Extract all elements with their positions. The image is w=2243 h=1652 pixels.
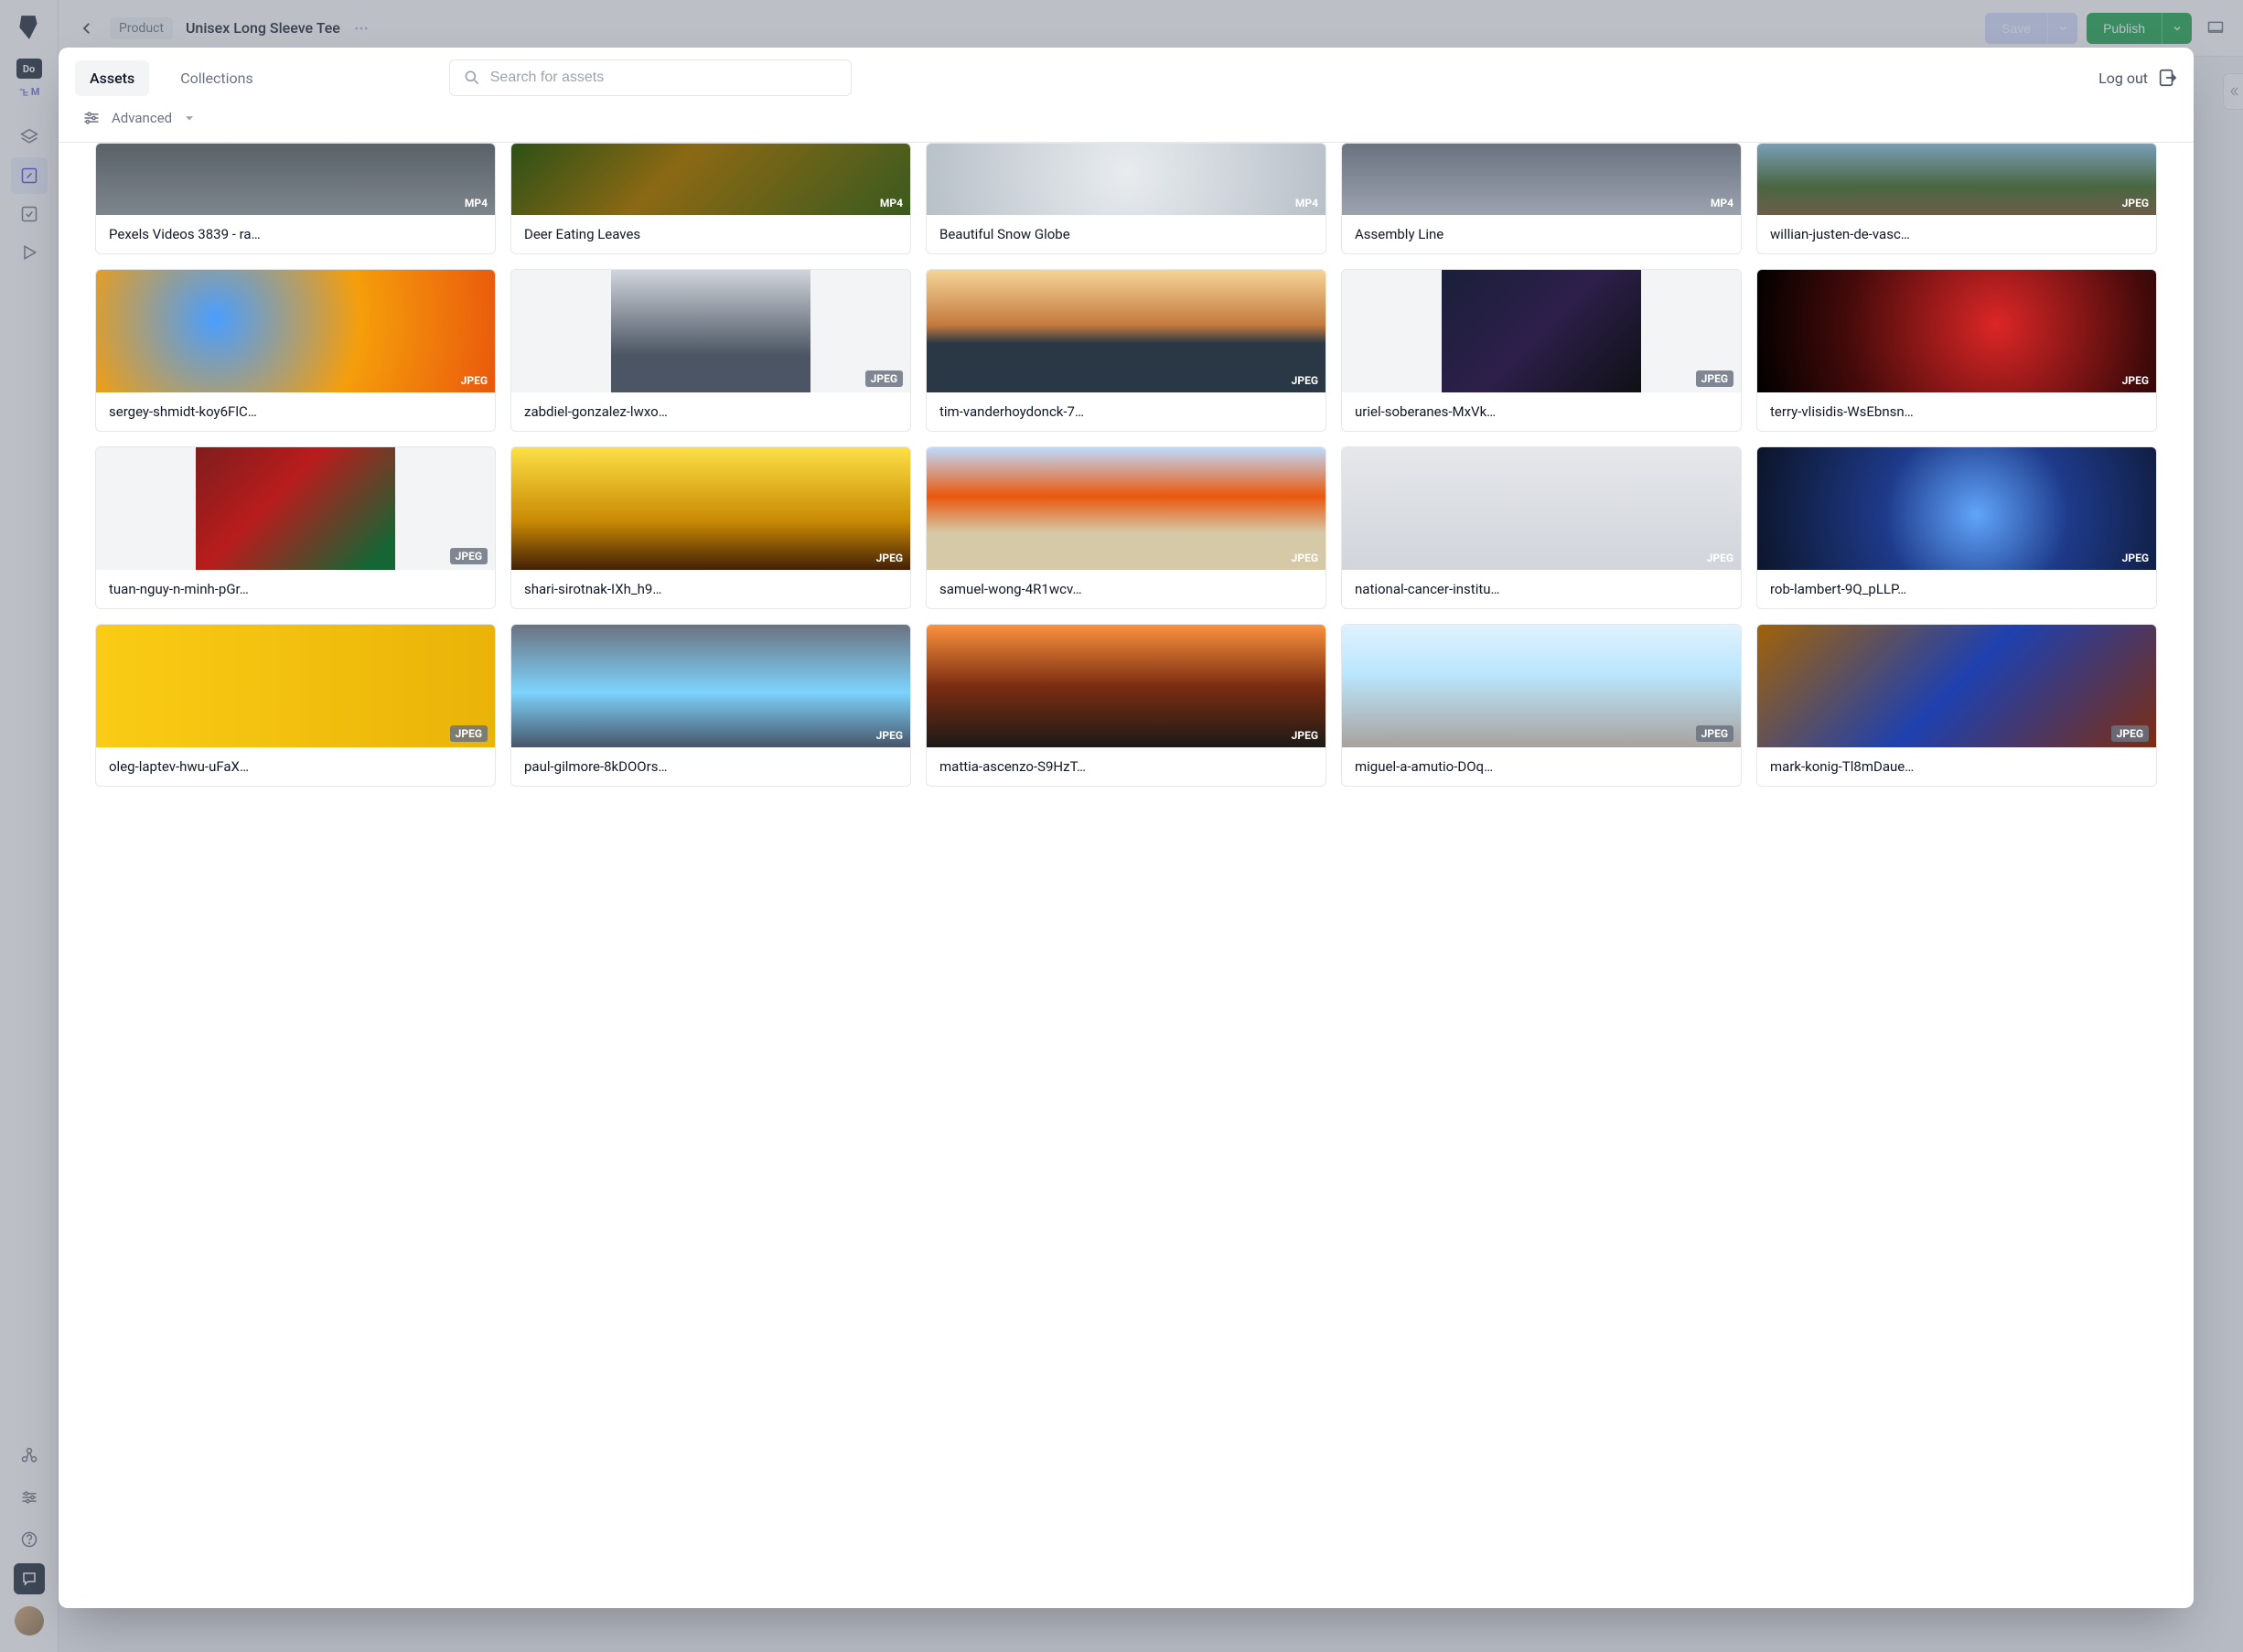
- filetype-badge: JPEG: [876, 552, 903, 564]
- filetype-badge: JPEG: [1707, 552, 1733, 564]
- asset-thumbnail: JPEG: [1342, 270, 1741, 392]
- asset-title: zabdiel-gonzalez-lwxo…: [511, 392, 910, 431]
- asset-title: national-cancer-institu…: [1342, 570, 1741, 608]
- logout-icon: [2157, 68, 2177, 88]
- asset-title: shari-sirotnak-IXh_h9…: [511, 570, 910, 608]
- asset-title: tuan-nguy-n-minh-pGr…: [96, 570, 495, 608]
- tune-icon[interactable]: [82, 109, 101, 127]
- modal-subheader: Advanced: [59, 96, 2194, 143]
- logout-label: Log out: [2098, 70, 2148, 87]
- modal-header: Assets Collections Log out: [59, 48, 2194, 96]
- filetype-badge: JPEG: [2122, 374, 2149, 387]
- asset-browser-modal: Assets Collections Log out Advanced MP4 P…: [59, 48, 2194, 1608]
- asset-card[interactable]: JPEG willian-justen-de-vasc…: [1756, 143, 2157, 254]
- asset-card[interactable]: JPEG tim-vanderhoydonck-7…: [926, 269, 1326, 432]
- asset-card[interactable]: JPEG samuel-wong-4R1wcv…: [926, 446, 1326, 609]
- asset-card[interactable]: JPEG national-cancer-institu…: [1341, 446, 1742, 609]
- asset-title: samuel-wong-4R1wcv…: [927, 570, 1325, 608]
- asset-thumbnail: JPEG: [511, 625, 910, 747]
- asset-thumbnail: JPEG: [927, 270, 1325, 392]
- asset-thumbnail: MP4: [927, 144, 1325, 215]
- asset-card[interactable]: JPEG rob-lambert-9Q_pLLP…: [1756, 446, 2157, 609]
- asset-card[interactable]: MP4 Deer Eating Leaves: [510, 143, 911, 254]
- advanced-label[interactable]: Advanced: [112, 110, 172, 126]
- asset-thumbnail: MP4: [511, 144, 910, 215]
- filetype-badge: JPEG: [2122, 552, 2149, 564]
- asset-title: Assembly Line: [1342, 215, 1741, 253]
- asset-card[interactable]: MP4 Assembly Line: [1341, 143, 1742, 254]
- asset-thumbnail: JPEG: [1342, 625, 1741, 747]
- filetype-badge: JPEG: [876, 729, 903, 742]
- asset-title: tim-vanderhoydonck-7…: [927, 392, 1325, 431]
- asset-thumbnail: JPEG: [1757, 270, 2156, 392]
- search-input[interactable]: [490, 70, 838, 86]
- filetype-badge: MP4: [1711, 197, 1733, 209]
- asset-card[interactable]: JPEG mattia-ascenzo-S9HzT…: [926, 624, 1326, 787]
- asset-card[interactable]: JPEG terry-vlisidis-WsEbnsn…: [1756, 269, 2157, 432]
- asset-title: Beautiful Snow Globe: [927, 215, 1325, 253]
- asset-title: miguel-a-amutio-DOq…: [1342, 747, 1741, 786]
- asset-grid-scroll[interactable]: MP4 Pexels Videos 3839 - ra… MP4 Deer Eatin…: [59, 143, 2194, 1608]
- asset-title: oleg-laptev-hwu-uFaX…: [96, 747, 495, 786]
- filetype-badge: JPEG: [1696, 725, 1733, 742]
- asset-thumbnail: JPEG: [927, 447, 1325, 570]
- tab-assets[interactable]: Assets: [75, 60, 149, 96]
- filetype-badge: MP4: [880, 197, 903, 209]
- search-icon: [463, 69, 481, 87]
- filetype-badge: JPEG: [450, 548, 488, 564]
- logout-button[interactable]: Log out: [2098, 68, 2177, 88]
- asset-card[interactable]: JPEG uriel-soberanes-MxVk…: [1341, 269, 1742, 432]
- filetype-badge: MP4: [1295, 197, 1318, 209]
- asset-thumbnail: JPEG: [1757, 625, 2156, 747]
- asset-card[interactable]: JPEG miguel-a-amutio-DOq…: [1341, 624, 1742, 787]
- asset-title: rob-lambert-9Q_pLLP…: [1757, 570, 2156, 608]
- filetype-badge: JPEG: [865, 370, 903, 387]
- asset-card[interactable]: JPEG mark-konig-Tl8mDaue…: [1756, 624, 2157, 787]
- asset-card[interactable]: JPEG zabdiel-gonzalez-lwxo…: [510, 269, 911, 432]
- asset-thumbnail: JPEG: [927, 625, 1325, 747]
- filetype-badge: JPEG: [450, 725, 488, 742]
- filetype-badge: JPEG: [1292, 552, 1318, 564]
- asset-card[interactable]: MP4 Pexels Videos 3839 - ra…: [95, 143, 496, 254]
- asset-title: mattia-ascenzo-S9HzT…: [927, 747, 1325, 786]
- filetype-badge: JPEG: [1696, 370, 1733, 387]
- asset-thumbnail: JPEG: [96, 447, 495, 570]
- filetype-badge: JPEG: [2111, 725, 2149, 742]
- asset-thumbnail: MP4: [1342, 144, 1741, 215]
- asset-thumbnail: JPEG: [1757, 144, 2156, 215]
- asset-title: Deer Eating Leaves: [511, 215, 910, 253]
- asset-title: sergey-shmidt-koy6FlC…: [96, 392, 495, 431]
- asset-thumbnail: JPEG: [511, 447, 910, 570]
- asset-thumbnail: JPEG: [1757, 447, 2156, 570]
- chevron-down-icon[interactable]: [183, 112, 196, 124]
- asset-thumbnail: MP4: [96, 144, 495, 215]
- asset-card[interactable]: MP4 Beautiful Snow Globe: [926, 143, 1326, 254]
- asset-thumbnail: JPEG: [511, 270, 910, 392]
- asset-thumbnail: JPEG: [1342, 447, 1741, 570]
- filetype-badge: JPEG: [1292, 374, 1318, 387]
- asset-thumbnail: JPEG: [96, 270, 495, 392]
- search-input-wrap: [449, 59, 852, 96]
- filetype-badge: JPEG: [461, 374, 488, 387]
- asset-thumbnail: JPEG: [96, 625, 495, 747]
- asset-title: mark-konig-Tl8mDaue…: [1757, 747, 2156, 786]
- asset-title: Pexels Videos 3839 - ra…: [96, 215, 495, 253]
- asset-card[interactable]: JPEG shari-sirotnak-IXh_h9…: [510, 446, 911, 609]
- asset-grid: MP4 Pexels Videos 3839 - ra… MP4 Deer Eatin…: [95, 143, 2157, 787]
- tab-collections[interactable]: Collections: [166, 60, 268, 96]
- filetype-badge: JPEG: [1292, 729, 1318, 742]
- asset-title: paul-gilmore-8kDOOrs…: [511, 747, 910, 786]
- asset-title: willian-justen-de-vasc…: [1757, 215, 2156, 253]
- asset-card[interactable]: JPEG paul-gilmore-8kDOOrs…: [510, 624, 911, 787]
- asset-card[interactable]: JPEG sergey-shmidt-koy6FlC…: [95, 269, 496, 432]
- asset-title: terry-vlisidis-WsEbnsn…: [1757, 392, 2156, 431]
- asset-card[interactable]: JPEG tuan-nguy-n-minh-pGr…: [95, 446, 496, 609]
- asset-title: uriel-soberanes-MxVk…: [1342, 392, 1741, 431]
- asset-card[interactable]: JPEG oleg-laptev-hwu-uFaX…: [95, 624, 496, 787]
- filetype-badge: JPEG: [2122, 197, 2149, 209]
- filetype-badge: MP4: [465, 197, 488, 209]
